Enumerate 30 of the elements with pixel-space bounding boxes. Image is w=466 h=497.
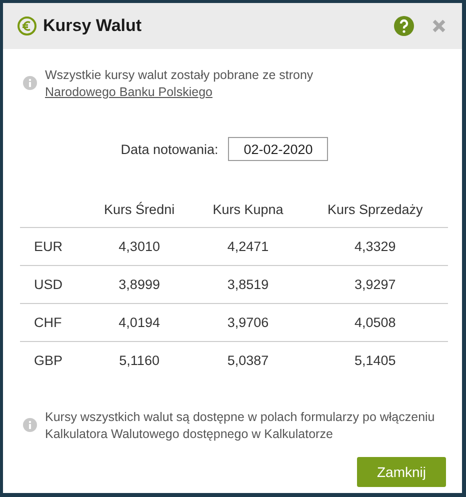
- column-header: Kurs Kupna: [212, 202, 284, 216]
- date-field[interactable]: 02-02-2020: [228, 137, 328, 161]
- info-icon: [23, 418, 37, 432]
- close-icon[interactable]: [432, 19, 446, 33]
- table-cell: 5,0387: [227, 353, 269, 368]
- currency-cell: EUR: [34, 239, 63, 254]
- nbp-link[interactable]: Narodowego Banku Polskiego: [45, 85, 212, 99]
- column-header: Kurs Sprzedaży: [327, 202, 423, 216]
- table-cell: 4,0194: [118, 315, 160, 330]
- table-cell: 4,3010: [118, 239, 160, 254]
- date-label: Data notowania:: [120, 142, 218, 156]
- table-cell: 3,9297: [354, 277, 396, 292]
- table-cell: 3,8999: [118, 277, 160, 292]
- currency-cell: USD: [34, 277, 63, 292]
- info-text: Kursy wszystkich walut są dostępne w polach formularzy po włączeniu Kalkulatora Walutowego dostępnego w Kalkulatorze: [45, 409, 436, 443]
- table-cell: 3,9706: [227, 315, 269, 330]
- info-icon: [23, 76, 37, 90]
- euro-icon: [17, 16, 37, 36]
- table-cell: 4,3329: [354, 239, 396, 254]
- window-title: Kursy Walut: [43, 16, 142, 36]
- info-text: Wszystkie kursy walut zostały pobrane ze strony Narodowego Banku Polskiego: [45, 67, 314, 101]
- currency-cell: CHF: [34, 315, 62, 330]
- table-cell: 3,8519: [227, 277, 269, 292]
- table-cell: 5,1160: [119, 353, 160, 368]
- table-cell: 4,0508: [354, 315, 396, 330]
- column-header: Kurs Średni: [104, 202, 175, 216]
- table-cell: 5,1405: [354, 353, 396, 368]
- currency-cell: GBP: [34, 353, 63, 368]
- table-cell: 4,2471: [227, 239, 269, 254]
- help-icon[interactable]: [394, 16, 414, 36]
